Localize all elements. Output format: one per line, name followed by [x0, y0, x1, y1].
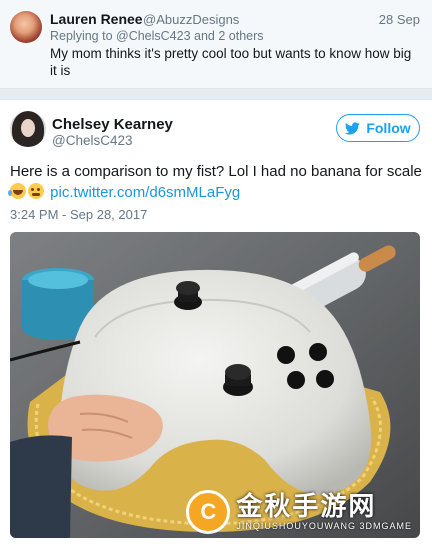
replying-to[interactable]: Replying to @ChelsC423 and 2 others: [50, 29, 264, 43]
follow-label: Follow: [366, 120, 411, 136]
page: Lauren Renee @AbuzzDesigns 28 Sep Replyi…: [0, 0, 432, 548]
watermark-logo-icon: C: [186, 490, 231, 534]
watermark-title: 金秋手游网: [236, 492, 377, 522]
author-handle[interactable]: @AbuzzDesigns: [143, 12, 239, 27]
tweet-text: Here is a comparison to my fist? Lol I h…: [8, 161, 422, 203]
winking-face-emoji-icon: [28, 183, 44, 199]
tweet-text: My mom thinks it's pretty cool too but w…: [50, 46, 412, 78]
author-name[interactable]: Lauren Renee: [50, 11, 143, 27]
avatar[interactable]: [10, 111, 46, 147]
tweet-date[interactable]: 28 Sep: [379, 12, 420, 27]
tweet-photo[interactable]: C 金秋手游网 JINQIUSHOUYOUWANG 3DMGAME: [10, 232, 420, 538]
watermark: C 金秋手游网 JINQIUSHOUYOUWANG 3DMGAME: [186, 490, 412, 534]
watermark-subtitle: JINQIUSHOUYOUWANG 3DMGAME: [236, 521, 412, 531]
author-name[interactable]: Chelsey Kearney: [52, 116, 173, 133]
tears-of-joy-emoji-icon: [8, 183, 26, 199]
reply-tweet[interactable]: Lauren Renee @AbuzzDesigns 28 Sep Replyi…: [0, 0, 432, 89]
author-handle[interactable]: @ChelsC423: [52, 133, 133, 148]
follow-button[interactable]: Follow: [336, 114, 420, 142]
tweet-timestamp[interactable]: 3:24 PM - Sep 28, 2017: [10, 207, 147, 222]
avatar[interactable]: [10, 11, 42, 43]
tweet-text-line: Here is a comparison to my fist? Lol I h…: [10, 163, 422, 180]
photo-link[interactable]: pic.twitter.com/d6smMLaFyg: [50, 184, 240, 201]
twitter-bird-icon: [345, 121, 361, 134]
main-tweet: Chelsey Kearney @ChelsC423 Follow Here i…: [0, 99, 432, 548]
